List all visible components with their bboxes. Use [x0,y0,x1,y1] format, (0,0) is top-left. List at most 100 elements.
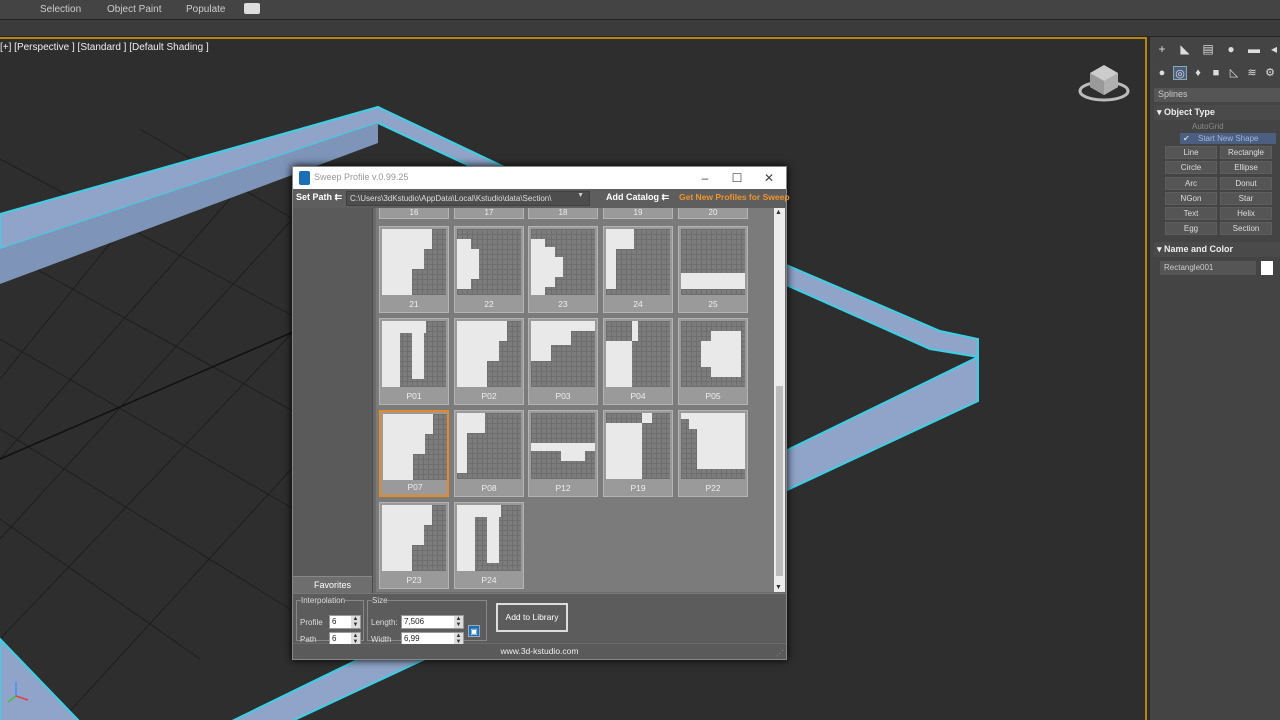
minimize-icon[interactable]: – [690,169,720,187]
add-to-library-button[interactable]: Add to Library [496,603,568,632]
maximize-icon[interactable]: ☐ [722,169,752,187]
scroll-up-icon[interactable]: ▲ [775,209,782,216]
spinner-arrows-icon[interactable]: ▲ ▼ [454,616,463,628]
profile-tile[interactable]: P19 [603,410,673,497]
folder-tree-icon: ⇇ [334,192,343,202]
ngon-button[interactable]: NGon [1165,192,1217,205]
profile-tile[interactable]: 16 [379,208,449,219]
profile-tile[interactable]: P01 [379,318,449,405]
arc-button[interactable]: Arc [1165,177,1217,190]
motion-tab-icon[interactable]: ● [1224,42,1238,56]
profile-shape [457,413,467,473]
profile-preview-image [457,229,521,295]
circle-button[interactable]: Circle [1165,161,1217,174]
ribbon-tab-selection[interactable]: Selection [40,4,81,15]
profile-tile[interactable]: P12 [528,410,598,497]
profile-shape [561,451,585,461]
profile-tile[interactable]: 23 [528,226,598,313]
profile-tile[interactable]: 25 [678,226,748,313]
star-button[interactable]: Star [1220,192,1272,205]
modify-tab-icon[interactable]: ◣ [1178,42,1192,56]
object-color-swatch[interactable] [1261,261,1273,275]
close-icon[interactable]: ✕ [754,169,784,187]
category-list[interactable] [293,208,373,593]
profile-tile[interactable]: 21 [379,226,449,313]
object-name-field[interactable]: Rectangle001 [1160,261,1256,275]
text-button[interactable]: Text [1165,207,1217,220]
helix-button[interactable]: Helix [1220,207,1272,220]
path-dropdown[interactable]: C:\Users\3dKstudio\AppData\Local\Kstudio… [346,191,590,206]
egg-button[interactable]: Egg [1165,222,1217,235]
profile-tile[interactable]: P05 [678,318,748,405]
profile-preview-image [606,321,670,387]
profile-shape [400,321,426,333]
section-button[interactable]: Section [1220,222,1272,235]
gear-dropdown-icon[interactable] [244,3,260,14]
object-type-rollout[interactable]: ▾ Object Type [1154,105,1280,120]
profile-tile[interactable]: P08 [454,410,524,497]
scroll-down-icon[interactable]: ▼ [775,584,782,591]
profile-shape [424,505,432,525]
profile-tile[interactable]: P02 [454,318,524,405]
lights-icon[interactable]: ♦ [1191,66,1205,80]
profile-tile[interactable]: P22 [678,410,748,497]
profile-tile[interactable]: P04 [603,318,673,405]
autogrid-checkbox[interactable]: AutoGrid [1192,122,1224,131]
get-new-profiles-link[interactable]: Get New Profiles for Sweep [679,192,790,202]
size-legend: Size [372,596,388,605]
profile-shape [382,229,412,295]
vertical-scrollbar[interactable]: ▲ ▼ [774,208,785,592]
profile-tile[interactable]: P24 [454,502,524,589]
profile-tile[interactable]: 17 [454,208,524,219]
name-color-rollout[interactable]: ▾ Name and Color [1154,242,1280,257]
command-panel: + ◣ ▤ ● ▬ ◂ ● ◎ ♦ ■ ◺ ≋ ⚙ Splines ▾ Obje… [1150,37,1280,720]
profile-tile[interactable]: 24 [603,226,673,313]
donut-button[interactable]: Donut [1220,177,1272,190]
set-path-button[interactable]: Set Path ⇇ [296,192,342,203]
profile-grid[interactable]: 16 17 18 19 20 21 22 23 24 25 P01 P02 P03 P04 P05 P07 P0… [376,208,776,592]
profile-tile-label: P22 [705,483,721,493]
profile-tile[interactable]: 22 [454,226,524,313]
ribbon-tab-object-paint[interactable]: Object Paint [107,4,161,15]
hierarchy-tab-icon[interactable]: ▤ [1201,42,1215,56]
lock-icon[interactable]: ▣ [468,625,480,637]
viewport-label[interactable]: [+] [Perspective ] [Standard ] [Default … [0,42,209,53]
cameras-icon[interactable]: ■ [1209,66,1223,80]
profile-tile[interactable]: 19 [603,208,673,219]
line-button[interactable]: Line [1165,146,1217,159]
profile-tile-label: P07 [407,482,423,492]
geometry-icon[interactable]: ● [1155,66,1169,80]
profile-preview-image [681,229,745,295]
scroll-thumb[interactable] [776,386,783,576]
profile-tile[interactable]: P03 [528,318,598,405]
chevron-down-icon: ▼ [577,192,584,199]
utilities-tab-icon[interactable]: ◂ [1267,42,1280,56]
spinner-arrows-icon[interactable]: ▲ ▼ [351,616,360,628]
profile-preview-image [457,413,521,479]
profile-tile[interactable]: 20 [678,208,748,219]
profile-preview-image [382,505,446,571]
category-dropdown[interactable]: Splines [1154,88,1280,102]
profile-tile[interactable]: P07 [379,410,449,497]
dialog-titlebar[interactable]: Sweep Profile v.0.99.25 – ☐ ✕ [293,167,786,189]
ellipse-button[interactable]: Ellipse [1220,161,1272,174]
ribbon-tab-populate[interactable]: Populate [186,4,225,15]
add-catalog-button[interactable]: Add Catalog ⇇ [606,192,669,203]
create-tab-icon[interactable]: + [1155,42,1169,56]
systems-icon[interactable]: ⚙ [1263,66,1277,80]
profile-shape [616,229,634,249]
length-stepper[interactable]: 7,506 ▲ ▼ [401,615,464,629]
start-new-shape-checkbox[interactable]: Start New Shape [1180,133,1276,144]
profile-stepper[interactable]: 6 ▲ ▼ [329,615,361,629]
rectangle-button[interactable]: Rectangle [1220,146,1272,159]
website-link[interactable]: www.3d-kstudio.com [293,644,786,659]
helpers-icon[interactable]: ◺ [1227,66,1241,80]
favorites-button[interactable]: Favorites [293,576,372,593]
profile-tile[interactable]: 18 [528,208,598,219]
resize-grip-icon[interactable]: ⋰ [776,649,784,658]
profile-tile[interactable]: P23 [379,502,449,589]
shapes-icon[interactable]: ◎ [1173,66,1187,80]
profile-label: Profile [300,618,323,627]
display-tab-icon[interactable]: ▬ [1247,42,1261,56]
spacewarps-icon[interactable]: ≋ [1245,66,1259,80]
